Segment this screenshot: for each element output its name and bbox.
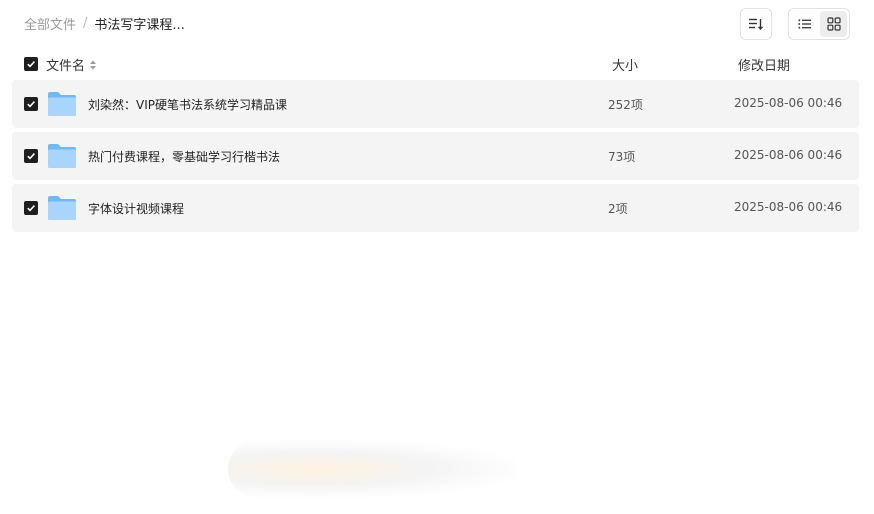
file-row[interactable]: 热门付费课程，零基础学习行楷书法 73项 2025-08-06 00:46 [12,132,859,180]
column-header-date[interactable]: 修改日期 [738,55,790,74]
file-date: 2025-08-06 00:46 [734,148,843,162]
grid-view-icon [826,17,841,31]
breadcrumb-root-link[interactable]: 全部文件 [24,14,76,33]
file-list-header: 文件名 大小 修改日期 [12,52,859,76]
file-row[interactable]: 字体设计视频课程 2项 2025-08-06 00:46 [12,184,859,232]
column-header-name-label: 文件名 [46,59,86,74]
select-all-checkbox[interactable] [24,57,38,71]
breadcrumb-separator: / [83,16,88,31]
breadcrumb-current: 书法写字课程... [94,18,185,33]
list-view-button[interactable] [791,11,818,37]
file-size: 73项 [608,150,636,164]
row-checkbox[interactable] [24,201,38,215]
view-toggle [788,8,850,40]
file-date: 2025-08-06 00:46 [734,200,843,214]
folder-icon [48,144,76,168]
sort-button[interactable] [740,8,772,40]
breadcrumb: 全部文件 / 书法写字课程... [24,14,185,33]
check-icon [27,153,35,160]
file-date: 2025-08-06 00:46 [734,96,843,110]
file-size: 252项 [608,98,643,112]
sort-toggle-icon [90,60,97,69]
background-blur [228,440,518,498]
row-checkbox[interactable] [24,149,38,163]
file-name: 刘染然：VIP硬笔书法系统学习精品课 [88,98,287,112]
top-bar: 全部文件 / 书法写字课程... [0,0,874,48]
row-checkbox[interactable] [24,97,38,111]
folder-icon [48,92,76,116]
file-name: 热门付费课程，零基础学习行楷书法 [88,150,281,164]
grid-view-button[interactable] [820,11,847,37]
column-header-name[interactable]: 文件名 [46,55,97,74]
file-name: 字体设计视频课程 [88,202,185,216]
check-icon [27,61,35,68]
file-size: 2项 [608,202,628,216]
check-icon [27,205,35,212]
column-header-size[interactable]: 大小 [612,55,638,74]
list-view-icon [798,19,811,29]
file-row[interactable]: 刘染然：VIP硬笔书法系统学习精品课 252项 2025-08-06 00:46 [12,80,859,128]
folder-icon [48,196,76,220]
sort-icon [749,18,764,31]
check-icon [27,101,35,108]
